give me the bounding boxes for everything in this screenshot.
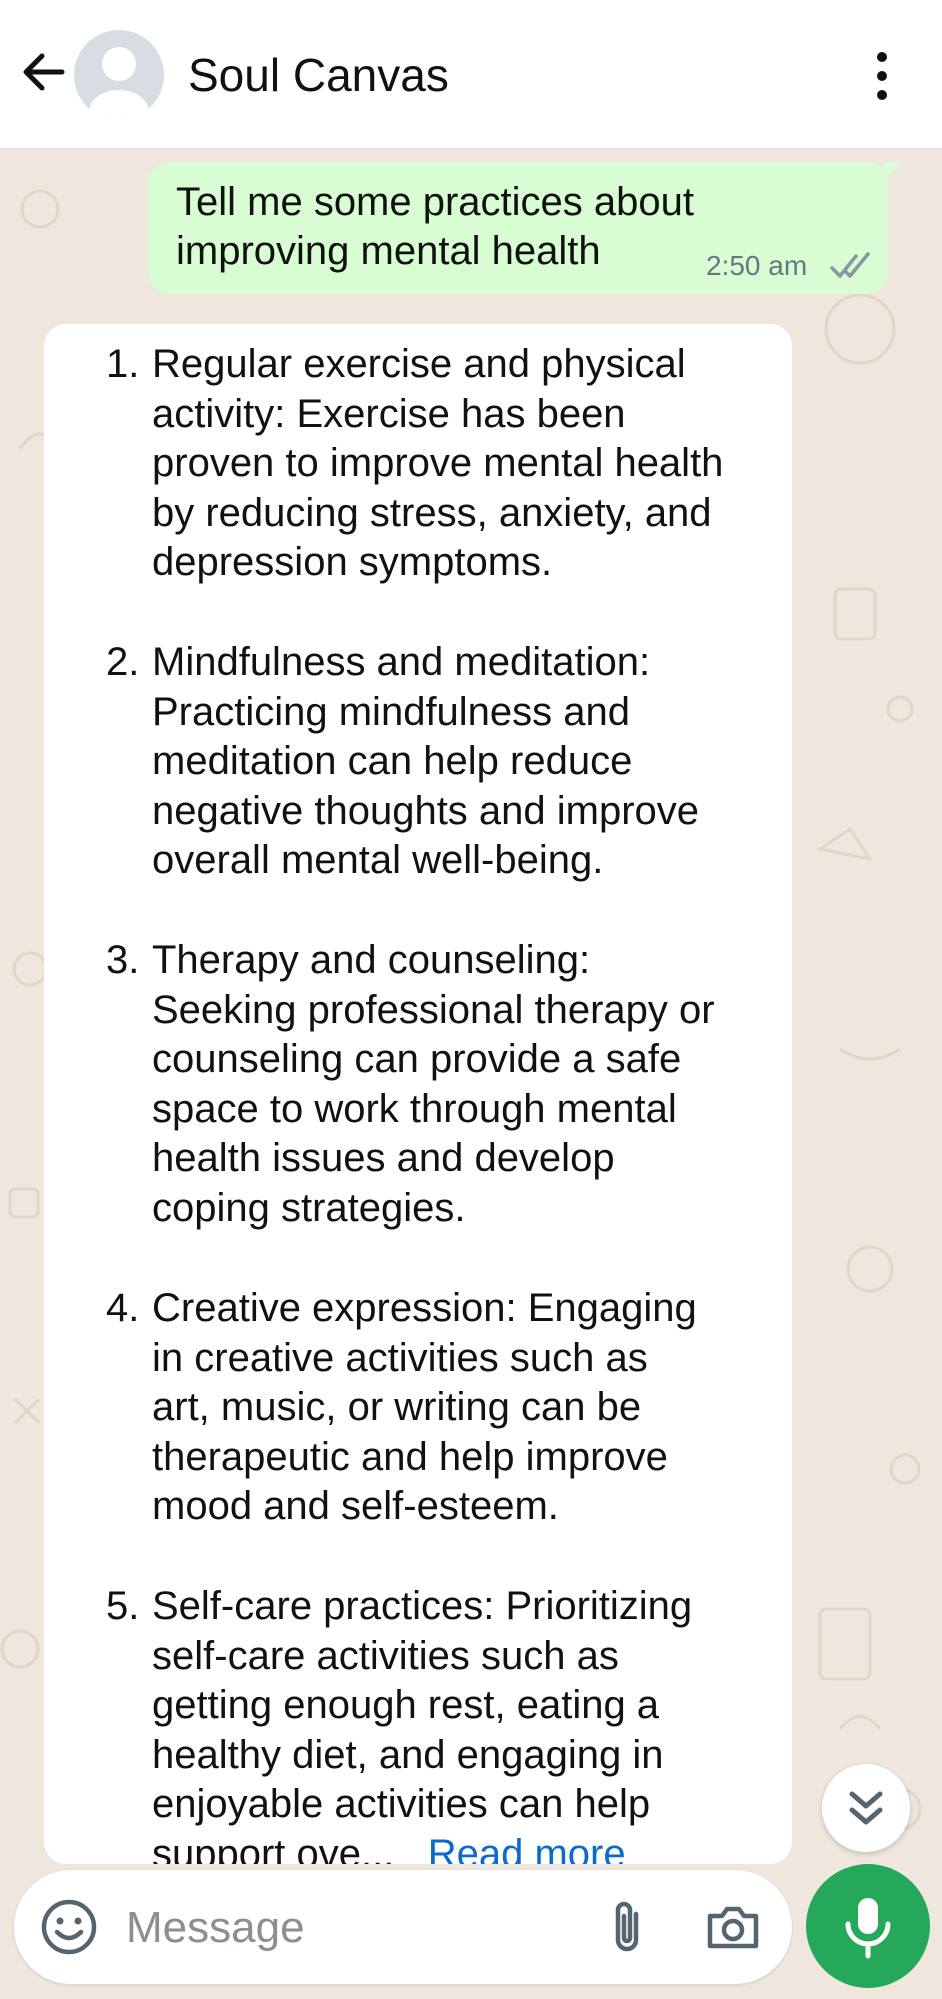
list-line: Creative expression: Engaging: [152, 1286, 697, 1330]
emoji-icon: [41, 1899, 97, 1955]
list-line: self-care activities such as: [152, 1633, 619, 1678]
arrow-left-icon: [23, 53, 65, 91]
list-number: 4.: [106, 1286, 140, 1330]
read-more-link[interactable]: Read more: [428, 1832, 626, 1864]
list-line: Seeking professional therapy or: [152, 987, 715, 1032]
list-line: coping strategies.: [152, 1185, 466, 1230]
list-number: 2.: [106, 640, 140, 684]
list-line: Self-care practices: Prioritizing: [152, 1584, 693, 1628]
list-line: healthy diet, and engaging in: [152, 1732, 664, 1777]
list-number: 3.: [106, 938, 140, 982]
list-line: activity: Exercise has been: [152, 391, 626, 436]
default-avatar-icon: [89, 47, 149, 120]
emoji-button[interactable]: [38, 1896, 100, 1958]
outgoing-line: Tell me some practices about: [176, 180, 695, 224]
list-line: in creative activities such as: [152, 1335, 648, 1380]
list-line: enjoyable activities can help: [152, 1782, 651, 1827]
list-line: mood and self-esteem.: [152, 1484, 559, 1529]
outgoing-message-text: Tell me some practices about improving m…: [176, 178, 736, 276]
camera-icon: [707, 1906, 759, 1949]
list-line: health issues and develop: [152, 1136, 615, 1181]
more-options-button[interactable]: [862, 48, 902, 104]
list-line: space to work through mental: [152, 1086, 677, 1131]
bubble-tail: [884, 162, 902, 180]
camera-button[interactable]: [700, 1894, 766, 1960]
attach-button[interactable]: [594, 1894, 660, 1960]
list-line: Practicing mindfulness and: [152, 689, 631, 734]
list-line-last: support ove... Read more: [152, 1830, 786, 1864]
paperclip-icon: [615, 1901, 639, 1952]
contact-name[interactable]: Soul Canvas: [188, 48, 449, 102]
list-line: negative thoughts and improve: [152, 788, 700, 833]
message-time: 2:50 am: [706, 250, 808, 281]
microphone-icon: [845, 1898, 891, 1959]
list-number: 1.: [106, 342, 140, 386]
double-check-icon: [830, 252, 870, 278]
outgoing-message[interactable]: Tell me some practices about improving m…: [148, 162, 902, 294]
list-line: getting enough rest, eating a: [152, 1683, 660, 1728]
list-line: by reducing stress, anxiety, and: [152, 490, 712, 535]
avatar[interactable]: [74, 30, 164, 120]
list-number: 5.: [106, 1584, 140, 1628]
list-line: therapeutic and help improve: [152, 1434, 668, 1479]
back-button[interactable]: [16, 44, 72, 100]
list-line: Mindfulness and meditation:: [152, 640, 651, 684]
list-line: art, music, or writing can be: [152, 1385, 642, 1430]
list-line: depression symptoms.: [152, 540, 553, 585]
list-line: Regular exercise and physical: [152, 342, 686, 386]
double-chevron-down-icon: [849, 1791, 883, 1825]
list-line: meditation can help reduce: [152, 739, 633, 784]
message-input[interactable]: [124, 1892, 568, 1964]
voice-message-button[interactable]: [806, 1864, 930, 1988]
list-line: counseling can provide a safe: [152, 1037, 682, 1082]
list-line: proven to improve mental health: [152, 441, 724, 486]
outgoing-line: improving mental health: [176, 229, 601, 273]
list-line: overall mental well-being.: [152, 838, 604, 883]
chat-header: Soul Canvas: [0, 0, 942, 149]
scroll-to-bottom-button[interactable]: [822, 1764, 910, 1852]
message-composer: [14, 1870, 792, 1984]
list-line: Therapy and counseling:: [152, 938, 591, 982]
truncated-text: support ove...: [152, 1831, 395, 1864]
more-vertical-icon: [877, 52, 887, 100]
incoming-message[interactable]: 1. Regular exercise and physical activit…: [44, 324, 792, 1864]
